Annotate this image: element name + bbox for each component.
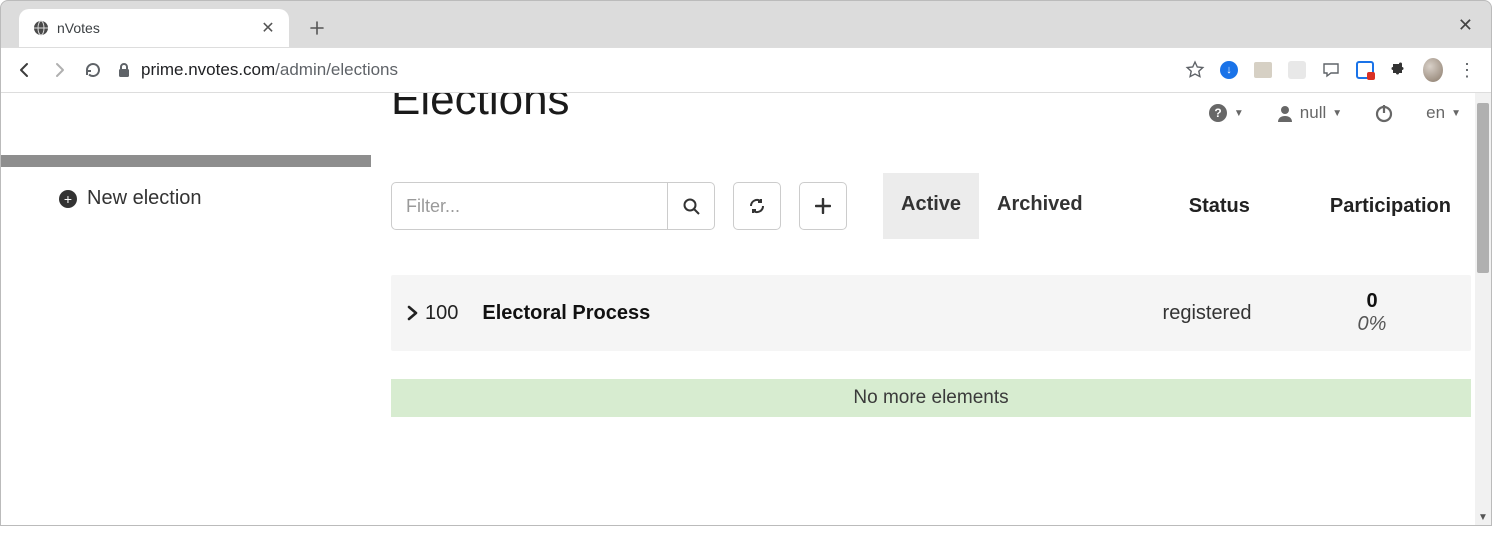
page-title-wrap: Elections [391, 93, 1471, 155]
tab-title: nVotes [57, 20, 251, 36]
extension-icons: ↓ ⋮ [1185, 60, 1477, 80]
browser-tab[interactable]: nVotes ✕ [19, 9, 289, 47]
election-participation: 0 0% [1287, 290, 1457, 336]
globe-icon [33, 20, 49, 36]
bookmark-star-icon[interactable] [1185, 60, 1205, 80]
tab-active[interactable]: Active [883, 173, 979, 239]
address-bar: prime.nvotes.com/admin/elections ↓ ⋮ [1, 47, 1491, 93]
filter-group [391, 182, 715, 230]
column-headers: Status Participation [1189, 195, 1471, 218]
election-id: 100 [425, 302, 458, 325]
tab-archived[interactable]: Archived [979, 173, 1101, 239]
scroll-down-icon[interactable]: ▼ [1478, 512, 1488, 523]
url-path: /admin/elections [275, 60, 398, 79]
page-title: Elections [391, 93, 570, 125]
main-content: Elections Active Archived [371, 93, 1491, 525]
new-election-link[interactable]: + New election [1, 167, 371, 210]
url-host: prime.nvotes.com [141, 60, 275, 79]
chevron-right-icon[interactable] [405, 304, 419, 322]
reload-button[interactable] [83, 60, 103, 80]
add-button[interactable] [799, 182, 847, 230]
no-more-banner: No more elements [391, 379, 1471, 417]
grid-extension-icon[interactable] [1287, 60, 1307, 80]
search-button[interactable] [667, 182, 715, 230]
toolbar: Active Archived Status Participation [391, 173, 1471, 239]
shopping-bag-icon[interactable] [1253, 60, 1273, 80]
chat-icon[interactable] [1321, 60, 1341, 80]
new-election-label: New election [87, 187, 202, 210]
col-status: Status [1189, 195, 1250, 218]
scrollbar-thumb[interactable] [1477, 103, 1489, 273]
election-name: Electoral Process [482, 302, 650, 325]
close-tab-icon[interactable]: ✕ [259, 18, 277, 38]
plus-icon [815, 198, 831, 214]
forward-button[interactable] [49, 60, 69, 80]
extensions-puzzle-icon[interactable] [1389, 60, 1409, 80]
participation-percent: 0% [1287, 313, 1457, 336]
back-button[interactable] [15, 60, 35, 80]
tab-strip: nVotes ✕ ✕ [1, 1, 1491, 47]
sidebar: + New election [1, 93, 371, 525]
vertical-scrollbar[interactable]: ▼ [1475, 93, 1491, 525]
col-participation: Participation [1330, 195, 1451, 218]
plus-circle-icon: + [59, 190, 77, 208]
window-close-icon[interactable]: ✕ [1458, 15, 1473, 36]
new-tab-button[interactable] [303, 14, 331, 42]
filter-input[interactable] [391, 182, 667, 230]
page-viewport: ? ▼ null ▼ en ▼ + New election [1, 93, 1491, 525]
todo-extension-icon[interactable] [1355, 60, 1375, 80]
status-tabs: Active Archived [883, 173, 1101, 239]
url-box[interactable]: prime.nvotes.com/admin/elections [117, 60, 1171, 80]
download-icon[interactable]: ↓ [1219, 60, 1239, 80]
refresh-icon [748, 197, 766, 215]
election-row[interactable]: 100 Electoral Process registered 0 0% [391, 275, 1471, 351]
profile-avatar-icon[interactable] [1423, 60, 1443, 80]
participation-count: 0 [1287, 290, 1457, 313]
sidebar-divider [1, 155, 371, 167]
refresh-button[interactable] [733, 182, 781, 230]
lock-icon [117, 62, 131, 78]
election-status: registered [1127, 302, 1287, 325]
browser-menu-icon[interactable]: ⋮ [1457, 60, 1477, 80]
search-icon [683, 198, 700, 215]
browser-window: nVotes ✕ ✕ prime.nvotes.com/admin/electi… [0, 0, 1492, 526]
